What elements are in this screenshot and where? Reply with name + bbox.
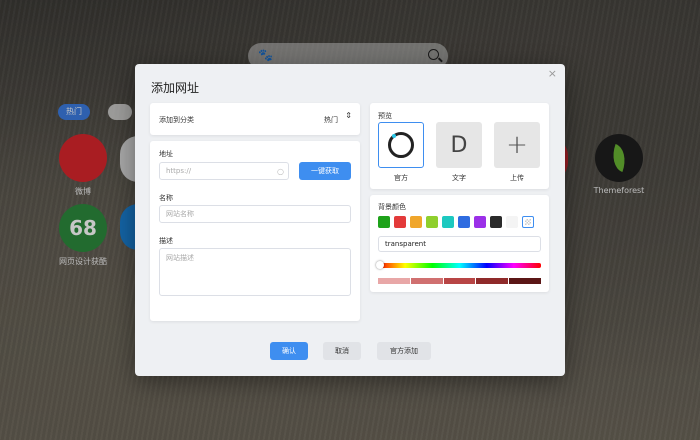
dialog-title: 添加网址 [151, 81, 200, 95]
preview-label: 预览 [378, 112, 392, 120]
name-field[interactable]: 网站名称 [159, 205, 351, 223]
text-icon-option[interactable]: D [436, 122, 482, 168]
shade-swatch[interactable] [378, 278, 410, 284]
address-placeholder: https:// [166, 167, 192, 175]
color-swatch[interactable] [394, 216, 406, 228]
address-field[interactable]: https:// ○ [159, 162, 289, 180]
shade-swatch[interactable] [410, 278, 443, 284]
color-swatch[interactable] [506, 216, 518, 228]
description-placeholder: 网站描述 [166, 254, 194, 262]
background-color-panel: 背景颜色 transparent [370, 195, 549, 292]
cancel-button[interactable]: 取消 [323, 342, 361, 360]
color-swatch[interactable] [474, 216, 486, 228]
description-label: 描述 [159, 237, 173, 245]
name-label: 名称 [159, 194, 173, 202]
name-placeholder: 网站名称 [166, 210, 194, 218]
official-add-button[interactable]: 官方添加 [377, 342, 431, 360]
shade-swatch[interactable] [443, 278, 476, 284]
official-icon-option[interactable] [378, 122, 424, 168]
hue-slider[interactable] [376, 261, 541, 269]
site-logo-icon [388, 132, 414, 158]
color-value-input[interactable]: transparent [378, 236, 541, 252]
shade-palette [378, 278, 541, 284]
fetch-button[interactable]: 一键获取 [299, 162, 351, 180]
upload-icon-option[interactable]: + [494, 122, 540, 168]
category-select[interactable]: 添加到分类 热门 ⇕ [150, 103, 360, 135]
category-label: 添加到分类 [159, 116, 194, 124]
website-form: 地址 https:// ○ 一键获取 名称 网站名称 描述 网站描述 [150, 141, 360, 321]
icon-preview-panel: 预览 D + 官方 文字 上传 [370, 103, 549, 189]
color-swatch[interactable] [458, 216, 470, 228]
color-swatch[interactable] [490, 216, 502, 228]
option-caption: 官方 [394, 174, 408, 182]
transparent-swatch[interactable] [522, 216, 534, 228]
address-label: 地址 [159, 150, 173, 158]
lightbulb-icon[interactable]: ○ [277, 164, 284, 180]
confirm-button[interactable]: 确认 [270, 342, 308, 360]
option-caption: 文字 [452, 174, 466, 182]
color-swatch[interactable] [410, 216, 422, 228]
shade-swatch[interactable] [509, 278, 541, 284]
category-value: 热门 [324, 116, 338, 124]
add-website-dialog: 添加网址 × 添加到分类 热门 ⇕ 地址 https:// ○ 一键获取 名称 … [135, 64, 565, 376]
bg-color-label: 背景颜色 [378, 203, 406, 211]
color-swatch[interactable] [378, 216, 390, 228]
description-field[interactable]: 网站描述 [159, 248, 351, 296]
close-icon[interactable]: × [548, 67, 557, 80]
option-caption: 上传 [510, 174, 524, 182]
color-swatch[interactable] [442, 216, 454, 228]
shade-swatch[interactable] [476, 278, 509, 284]
slider-handle[interactable] [376, 261, 384, 269]
chevron-updown-icon: ⇕ [345, 111, 352, 120]
color-swatch[interactable] [426, 216, 438, 228]
